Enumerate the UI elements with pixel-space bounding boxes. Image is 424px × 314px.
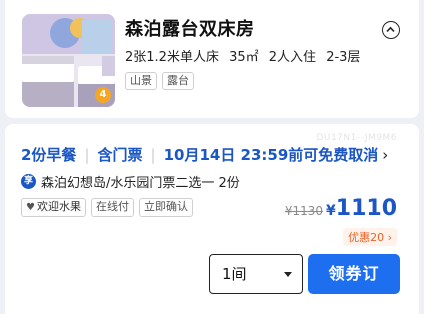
cancellation-policy: 10月14日 23:59前可免费取消 [163,146,379,164]
price-value: 1110 [335,196,397,221]
area-spec: 35㎡ [229,50,259,65]
room-quantity-value: 1间 [222,265,247,283]
chevron-up-icon [386,26,395,33]
original-price: ¥1130 [284,204,324,218]
collapse-button[interactable] [382,21,400,39]
tag-welcome-fruit-label: 欢迎水果 [36,200,81,213]
tag-mountain-view: 山景 [125,72,157,90]
room-specs: 2张1.2米单人床 35㎡ 2人入住 2-3层 [125,46,360,65]
discount-badge[interactable]: 优惠20 › [343,228,397,246]
room-name: 森泊露台双床房 [125,19,255,40]
room-quantity-select[interactable]: 1间 [209,254,303,294]
currency-symbol: ¥ [326,203,336,219]
tag-online-pay: 在线付 [90,198,134,217]
enjoy-icon: 享 [21,174,36,189]
ticket-info: 含门票 [97,146,143,164]
book-button[interactable]: 领券订 [308,254,400,294]
occupancy-spec: 2人入住 [268,50,317,65]
bed-spec: 2张1.2米单人床 [125,50,219,65]
discount-label: 优惠20 [348,231,385,244]
price-block: ¥1130 ¥1110 [285,196,397,221]
package-benefit: 享 森泊幻想岛/水乐园门票二选一 2份 [21,172,240,191]
room-card[interactable]: 4 森泊露台双床房 2张1.2米单人床 35㎡ 2人入住 2-3层 山景 露台 [5,0,419,118]
chevron-right-icon: › [382,145,389,164]
current-price: ¥1110 [326,196,397,221]
rate-plan-headline[interactable]: 2份早餐 | 含门票 | 10月14日 23:59前可免费取消 › [21,144,388,165]
rate-plan-tags: ♥ 欢迎水果 在线付 立即确认 [21,198,193,217]
caret-down-icon [284,272,292,277]
tag-welcome-fruit: ♥ 欢迎水果 [21,198,86,217]
tag-terrace: 露台 [162,72,194,90]
photo-count-badge: 4 [95,87,111,103]
heart-icon: ♥ [26,202,35,213]
room-thumbnail[interactable]: 4 [22,14,115,107]
divider: | [150,145,156,164]
package-text: 森泊幻想岛/水乐园门票二选一 2份 [41,176,240,191]
room-tags: 山景 露台 [125,72,194,90]
rate-plan-card[interactable]: DU17N1--JM9M6 2份早餐 | 含门票 | 10月14日 23:59前… [5,124,419,314]
breakfast-info: 2份早餐 [21,146,77,164]
floor-spec: 2-3层 [326,50,361,65]
watermark: DU17N1--JM9M6 [316,133,397,143]
tag-instant-confirm: 立即确认 [138,198,193,217]
divider: | [84,145,90,164]
